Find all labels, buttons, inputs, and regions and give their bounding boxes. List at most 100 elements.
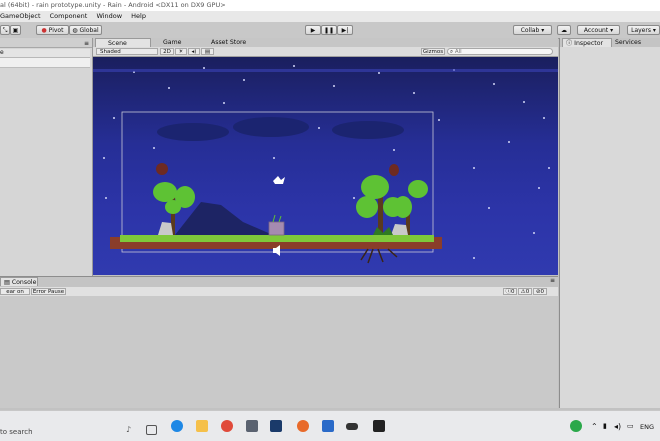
inspector-panel: ⓘ Inspector Services	[559, 38, 660, 408]
tray-status-icon[interactable]	[570, 420, 582, 432]
network-icon[interactable]: ▮	[603, 422, 607, 430]
shading-mode-dropdown[interactable]: Shaded	[96, 48, 158, 55]
menu-item-window[interactable]: Window	[96, 12, 122, 20]
info-icon: ⓘ	[566, 40, 573, 47]
gizmos-dropdown[interactable]: Gizmos ▾	[421, 48, 445, 62]
game-tab-label: Game	[163, 39, 182, 46]
hierarchy-search-field[interactable]: e	[0, 49, 90, 58]
task-view-icon[interactable]	[146, 425, 157, 435]
cloud-button[interactable]: ☁	[557, 25, 571, 35]
lighting-toggle[interactable]: ☀	[175, 48, 187, 55]
mode-2d-label: 2D	[163, 49, 171, 55]
scale-tool-icon: ⤡	[2, 27, 8, 34]
tab-services[interactable]: Services	[612, 38, 652, 47]
tab-inspector[interactable]: ⓘ Inspector	[562, 38, 612, 47]
microphone-icon[interactable]: ♪	[126, 425, 131, 434]
play-icon: ▶	[310, 27, 316, 34]
account-button[interactable]: Account ▾	[577, 25, 620, 35]
gizmos-label: Gizmos	[422, 49, 444, 55]
scene-tab-label: Scene	[108, 40, 127, 47]
steam-icon[interactable]	[270, 420, 282, 432]
scale-tool-button[interactable]: ⤡	[0, 25, 10, 35]
error-filter-toggle[interactable]: ⊘0	[533, 288, 547, 295]
app-icon-orange[interactable]	[297, 420, 309, 432]
global-icon: ◍	[72, 27, 78, 34]
menu-item-help[interactable]: Help	[131, 12, 146, 20]
tree-right	[356, 175, 428, 218]
hierarchy-list	[0, 58, 90, 68]
effects-dropdown[interactable]: ▤	[201, 48, 214, 55]
battery-icon[interactable]: ▭	[627, 422, 634, 430]
step-button[interactable]: ▶|	[337, 25, 353, 35]
panel-menu-icon[interactable]: ≡	[84, 40, 89, 47]
volume-icon[interactable]: ◂)	[614, 422, 621, 431]
tab-console[interactable]: ▤ Console	[0, 277, 38, 286]
scene-search-placeholder: All	[454, 49, 462, 55]
rect-tool-button[interactable]: ▣	[10, 25, 21, 35]
scene-search-input[interactable]: ⌕ All	[447, 48, 553, 55]
orb-left	[156, 163, 168, 175]
info-filter-toggle[interactable]: ⓘ0	[503, 288, 517, 295]
tree-roots	[360, 248, 398, 264]
clear-on-play-toggle[interactable]: ear on Play	[0, 288, 30, 302]
audio-toggle[interactable]: ◂)	[188, 48, 200, 55]
crate-grass	[272, 214, 282, 223]
edge-icon[interactable]	[171, 420, 183, 432]
tree-left	[153, 182, 195, 214]
menu-item-component[interactable]: Component	[50, 12, 88, 20]
account-label: Account	[583, 27, 609, 34]
image-icon: ▤	[204, 49, 211, 55]
services-tab-label: Services	[615, 39, 642, 46]
main-toolbar: ⤡ ▣ ● Pivot ◍ Global ▶ ❚❚ ▶| Collab ▾ ☁ …	[0, 22, 660, 39]
global-button[interactable]: ◍ Global	[69, 25, 102, 35]
store-icon[interactable]	[246, 420, 258, 432]
step-icon: ▶|	[341, 27, 349, 34]
scene-viewport[interactable]	[93, 57, 558, 275]
info-count: 0	[511, 289, 515, 295]
windows-taskbar: to search ♪ ⌃ ▮ ◂) ▭ ENG	[0, 410, 660, 441]
chevron-up-icon[interactable]: ⌃	[591, 422, 598, 431]
play-button[interactable]: ▶	[305, 25, 321, 35]
clouds	[157, 117, 404, 141]
gamepad-icon[interactable]	[346, 423, 358, 430]
input-language[interactable]: ENG	[640, 423, 654, 431]
shading-mode-label: Shaded	[100, 49, 121, 55]
rock-right	[391, 224, 408, 235]
console-icon: ▤	[4, 279, 10, 286]
hierarchy-header	[0, 38, 92, 48]
inspector-tab-strip: ⓘ Inspector Services	[560, 38, 660, 47]
layers-label: Layers	[631, 27, 651, 34]
console-log-area[interactable]	[0, 296, 558, 408]
warning-count: 0	[525, 289, 530, 295]
app-icon-blue[interactable]	[322, 420, 334, 432]
panel-menu-icon[interactable]: ≡	[550, 277, 555, 284]
console-tab-strip: ▤ Console ≡	[0, 276, 558, 287]
taskbar-search-box[interactable]: to search	[0, 425, 135, 439]
tab-scene[interactable]: Scene	[95, 38, 151, 47]
unity-icon[interactable]	[373, 420, 385, 432]
asset-store-tab-label: Asset Store	[211, 39, 247, 46]
error-pause-toggle[interactable]: Error Pause	[31, 288, 66, 295]
tab-asset-store[interactable]: Asset Store	[199, 38, 259, 47]
pivot-icon: ●	[41, 27, 47, 34]
scene-toolbar: Shaded 2D ☀ ◂) ▤ Gizmos ▾ ⌕ All	[93, 47, 558, 62]
console-tab-label: Console	[11, 279, 37, 286]
sun-icon: ☀	[178, 49, 184, 55]
pivot-label: Pivot	[48, 27, 64, 34]
chrome-icon[interactable]	[221, 420, 233, 432]
menu-item-gameobject[interactable]: GameObject	[0, 12, 41, 20]
mode-2d-toggle[interactable]: 2D	[160, 48, 174, 55]
pause-icon: ❚❚	[323, 27, 335, 34]
pivot-button[interactable]: ● Pivot	[36, 25, 69, 35]
orb-right	[389, 164, 399, 176]
rock-left	[158, 222, 173, 235]
tab-game[interactable]: Game	[151, 38, 199, 47]
collab-button[interactable]: Collab ▾	[513, 25, 552, 35]
window-title: al (64bit) - rain prototype.unity - Rain…	[0, 1, 226, 9]
layers-button[interactable]: Layers ▾	[627, 25, 660, 35]
file-explorer-icon[interactable]	[196, 420, 208, 432]
pause-button[interactable]: ❚❚	[321, 25, 337, 35]
window-title-bar: al (64bit) - rain prototype.unity - Rain…	[0, 0, 660, 11]
warning-filter-toggle[interactable]: ⚠0	[518, 288, 532, 295]
speaker-icon: ◂)	[191, 49, 197, 55]
